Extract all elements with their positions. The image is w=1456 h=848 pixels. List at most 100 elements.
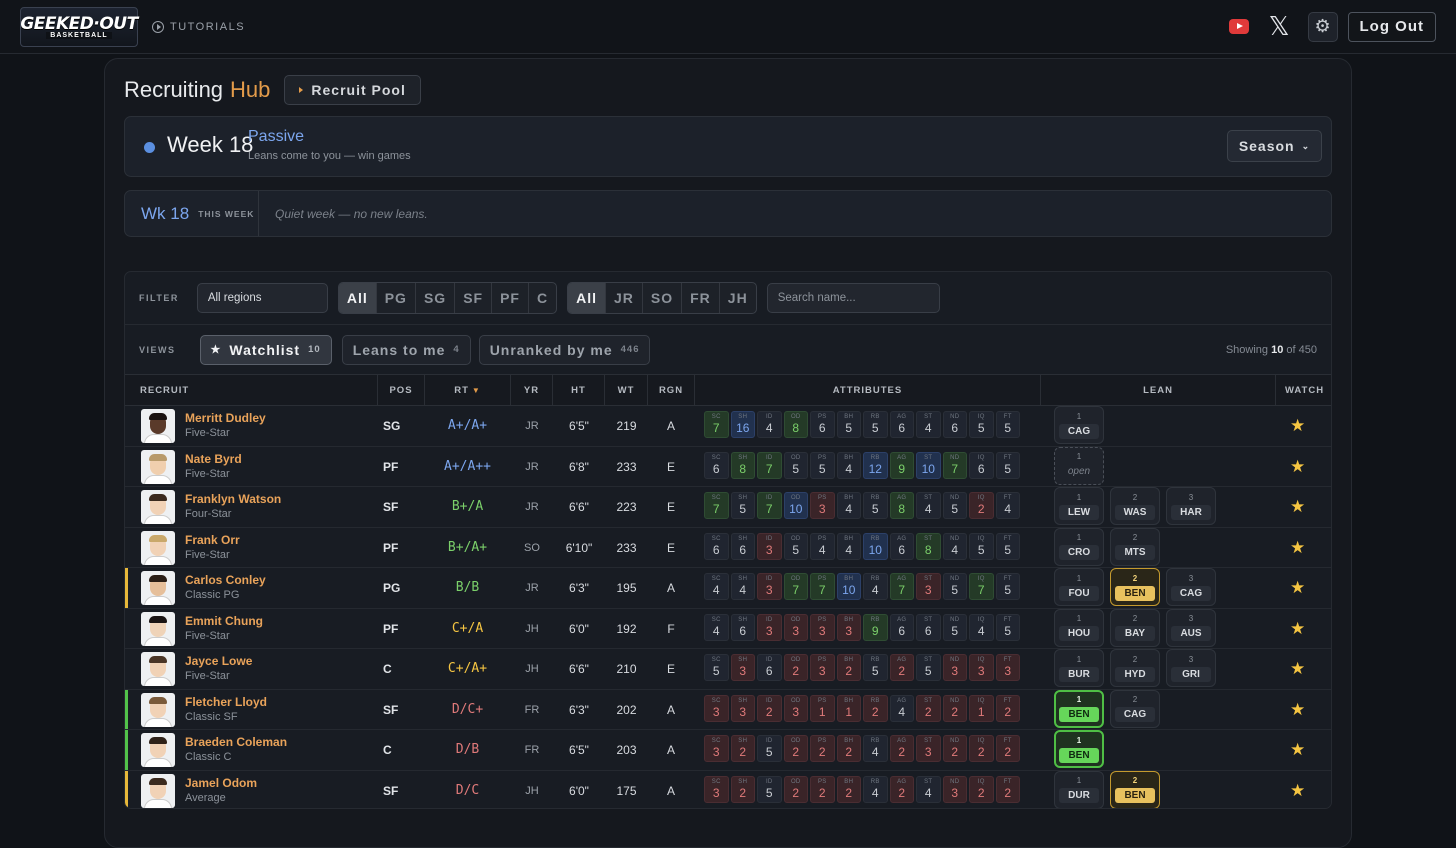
table-row[interactable]: Jayce Lowe Five-Star C C+/A+ JH 6'6" 210 E SC 5 SH… bbox=[125, 649, 1331, 690]
lean-chip[interactable]: 1 CRO bbox=[1054, 527, 1104, 566]
tutorials-link[interactable]: TUTORIALS bbox=[152, 20, 245, 33]
watchlist-view-button[interactable]: ★ Watchlist 10 bbox=[199, 334, 332, 365]
recruit-year: FR bbox=[524, 744, 540, 756]
lean-chip[interactable]: 1 BEN bbox=[1054, 730, 1104, 768]
lean-chip[interactable]: 1 HOU bbox=[1054, 608, 1104, 647]
table-row[interactable]: Merritt Dudley Five-Star SG A+/A+ JR 6'5" 219 A… bbox=[125, 406, 1331, 447]
col-yr[interactable]: YR bbox=[511, 375, 553, 405]
pos-filter-pf[interactable]: PF bbox=[492, 283, 529, 313]
recruit-name[interactable]: Carlos Conley bbox=[185, 573, 266, 587]
attribute-list: SC 4 SH 6 ID 3 OD 3 PS 3 BH 3 RB 9 AG 6 ST 6 ND 5 IQ 4 FT 5 bbox=[704, 613, 1020, 641]
lean-chip[interactable]: 2 BEN bbox=[1110, 770, 1160, 808]
lean-rank: 2 bbox=[1132, 776, 1138, 785]
attribute-value: 5 bbox=[1004, 583, 1012, 597]
settings-button[interactable]: ⚙ bbox=[1307, 11, 1338, 42]
season-dropdown[interactable]: Season ⌄ bbox=[1227, 130, 1322, 162]
table-row[interactable]: Jamel Odom Average SF D/C JH 6'0" 175 A SC 3 SH 2 ID… bbox=[125, 770, 1331, 809]
table-row[interactable]: Nate Byrd Five-Star PF A+/A++ JR 6'8" 233 E SC 6 S… bbox=[125, 446, 1331, 487]
watch-star-icon[interactable]: ★ bbox=[1290, 690, 1305, 730]
table-row[interactable]: Franklyn Watson Four-Star SF B+/A JR 6'6" 223 E… bbox=[125, 487, 1331, 528]
col-recruit[interactable]: RECRUIT bbox=[125, 375, 378, 405]
col-rt[interactable]: RT ▼ bbox=[425, 375, 511, 405]
attribute-key: AG bbox=[897, 454, 907, 461]
recruit-pool-button[interactable]: Recruit Pool bbox=[284, 75, 421, 105]
watch-star-icon[interactable]: ★ bbox=[1290, 447, 1305, 487]
geeked-out-logo[interactable]: GEEKED·OUT BASKETBALL bbox=[20, 6, 138, 47]
watch-star-icon[interactable]: ★ bbox=[1290, 406, 1305, 446]
watch-star-icon[interactable]: ★ bbox=[1290, 487, 1305, 527]
pos-filter-all[interactable]: All bbox=[338, 283, 377, 313]
yr-filter-jh[interactable]: JH bbox=[720, 283, 756, 313]
attribute-value: 3 bbox=[924, 745, 932, 759]
attribute-key: ID bbox=[765, 495, 773, 501]
lean-chip[interactable]: 2 WAS bbox=[1110, 487, 1160, 525]
youtube-icon[interactable] bbox=[1228, 19, 1249, 34]
table-row[interactable]: Fletcher Lloyd Classic SF SF D/C+ FR 6'3" 202 A… bbox=[125, 689, 1331, 730]
yr-filter-so[interactable]: SO bbox=[643, 283, 683, 313]
recruit-name[interactable]: Jamel Odom bbox=[185, 776, 257, 790]
recruit-name[interactable]: Merritt Dudley bbox=[185, 411, 266, 425]
recruit-name[interactable]: Nate Byrd bbox=[185, 452, 242, 466]
col-rgn[interactable]: RGN bbox=[648, 375, 695, 405]
lean-chip[interactable]: 3 CAG bbox=[1166, 568, 1216, 606]
log-out-button[interactable]: Log Out bbox=[1347, 11, 1436, 42]
yr-filter-all[interactable]: All bbox=[568, 283, 606, 313]
table-row[interactable]: Emmit Chung Five-Star PF C+/A JH 6'0" 192 F SC 4 S… bbox=[125, 608, 1331, 649]
lean-chip[interactable]: 2 MTS bbox=[1110, 527, 1160, 566]
watch-star-icon[interactable]: ★ bbox=[1290, 609, 1305, 649]
attribute-key: IQ bbox=[977, 495, 985, 501]
pos-filter-sg[interactable]: SG bbox=[416, 283, 456, 313]
lean-chip[interactable]: 2 CAG bbox=[1110, 689, 1160, 728]
watch-star-icon[interactable]: ★ bbox=[1290, 649, 1305, 689]
col-wt[interactable]: WT bbox=[605, 375, 648, 405]
lean-chip[interactable]: 1 LEW bbox=[1054, 487, 1104, 525]
lean-team: CRO bbox=[1059, 545, 1099, 560]
table-row[interactable]: Carlos Conley Classic PG PG B/B JR 6'3" 195 A SC… bbox=[125, 568, 1331, 609]
region-select[interactable]: All regions bbox=[196, 283, 328, 313]
attribute-key: OD bbox=[790, 454, 801, 461]
lean-chip[interactable]: 1 DUR bbox=[1054, 770, 1104, 808]
pos-filter-pg[interactable]: PG bbox=[377, 283, 416, 313]
lean-chip[interactable]: 3 HAR bbox=[1166, 487, 1216, 525]
leans-view-button[interactable]: Leans to me 4 bbox=[341, 334, 471, 365]
table-row[interactable]: Braeden Coleman Classic C C D/B FR 6'5" 203 A SC… bbox=[125, 730, 1331, 771]
watch-star-icon[interactable]: ★ bbox=[1290, 568, 1305, 608]
lean-chip[interactable]: 3 AUS bbox=[1166, 608, 1216, 647]
unranked-view-button[interactable]: Unranked by me 446 bbox=[478, 334, 651, 365]
x-logo-icon[interactable]: 𝕏 bbox=[1269, 14, 1290, 40]
lean-chip[interactable]: 1 open bbox=[1054, 446, 1104, 485]
attribute-cell: IQ 1 bbox=[969, 694, 994, 722]
lean-chip[interactable]: 1 BEN bbox=[1054, 689, 1104, 728]
lean-chip[interactable]: 1 FOU bbox=[1054, 568, 1104, 606]
lean-chip[interactable]: 3 GRI bbox=[1166, 649, 1216, 687]
watch-star-icon[interactable]: ★ bbox=[1290, 730, 1305, 770]
lean-chip[interactable]: 2 BEN bbox=[1110, 568, 1160, 606]
recruit-name[interactable]: Emmit Chung bbox=[185, 614, 263, 628]
pos-filter-c[interactable]: C bbox=[529, 283, 556, 313]
recruit-name[interactable]: Frank Orr bbox=[185, 533, 240, 547]
attribute-key: PS bbox=[817, 454, 827, 461]
attribute-key: RB bbox=[870, 495, 880, 501]
table-row[interactable]: Frank Orr Five-Star PF B+/A+ SO 6'10" 233 E SC 6 S… bbox=[125, 527, 1331, 568]
recruit-name[interactable]: Franklyn Watson bbox=[185, 492, 281, 506]
lean-chip[interactable]: 1 CAG bbox=[1054, 406, 1104, 444]
lean-chip[interactable]: 2 BAY bbox=[1110, 608, 1160, 647]
attribute-key: IQ bbox=[977, 738, 985, 744]
watch-star-icon[interactable]: ★ bbox=[1290, 771, 1305, 809]
watch-star-icon[interactable]: ★ bbox=[1290, 528, 1305, 568]
lean-chip[interactable]: 2 HYD bbox=[1110, 649, 1160, 687]
yr-filter-fr[interactable]: FR bbox=[682, 283, 720, 313]
yr-filter-jr[interactable]: JR bbox=[606, 283, 643, 313]
recruit-name[interactable]: Jayce Lowe bbox=[185, 654, 252, 668]
search-input[interactable]: Search name... bbox=[766, 283, 940, 313]
recruit-region: A bbox=[666, 783, 675, 798]
lean-chip[interactable]: 1 BUR bbox=[1054, 649, 1104, 687]
recruit-name[interactable]: Braeden Coleman bbox=[185, 735, 287, 749]
recruit-name[interactable]: Fletcher Lloyd bbox=[185, 695, 267, 709]
attribute-value: 5 bbox=[871, 421, 879, 435]
leans-label: Leans to me bbox=[352, 341, 446, 358]
col-ht[interactable]: HT bbox=[553, 375, 605, 405]
top-bar: GEEKED·OUT BASKETBALL TUTORIALS 𝕏 ⚙ Log … bbox=[0, 0, 1456, 54]
col-pos[interactable]: POS bbox=[378, 375, 425, 405]
pos-filter-sf[interactable]: SF bbox=[455, 283, 493, 313]
